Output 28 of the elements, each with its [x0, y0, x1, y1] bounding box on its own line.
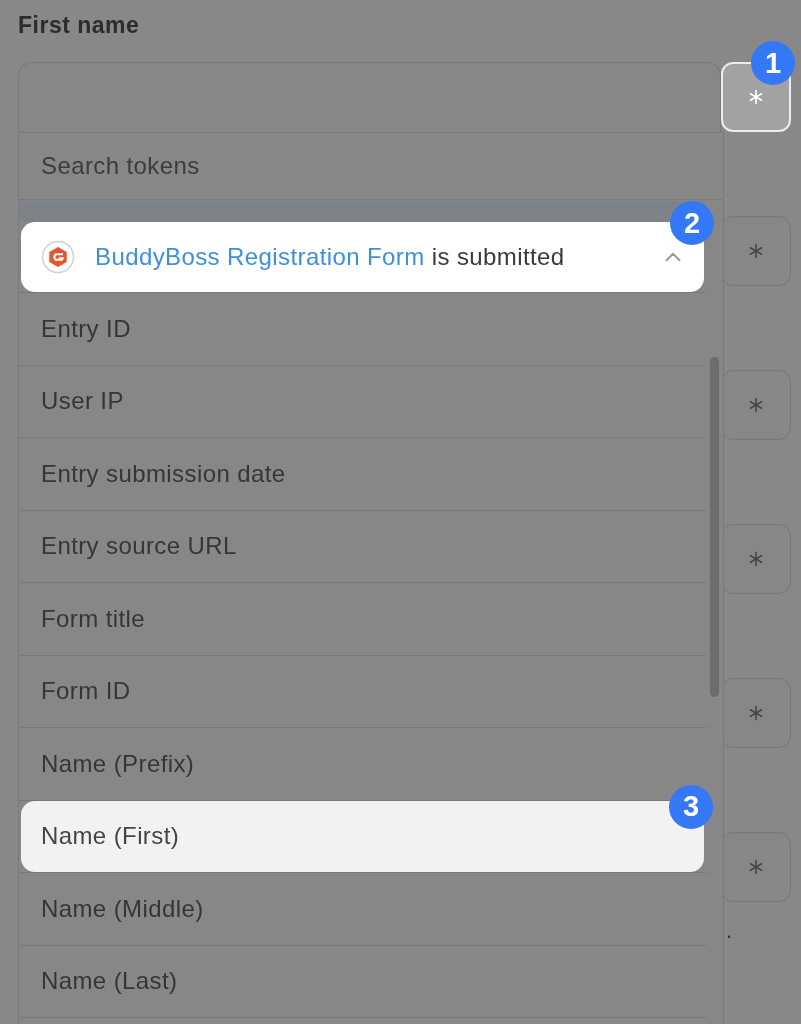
token-label: Entry ID: [41, 314, 131, 343]
logo-icon: [41, 240, 75, 274]
token-option[interactable]: Entry ID: [19, 293, 706, 364]
token-label: Entry source URL: [41, 532, 237, 560]
token-label: Name (Middle): [41, 894, 204, 923]
token-option[interactable]: Form title: [19, 583, 706, 654]
input-field[interactable]: [18, 62, 721, 132]
token-option[interactable]: Entry submission date: [19, 438, 706, 509]
token-option[interactable]: Name (Last): [19, 945, 706, 1017]
step-number-overlay: 1: [751, 41, 795, 85]
token-label: Name (Last): [41, 967, 178, 995]
token-option[interactable]: Entry source URL: [19, 510, 706, 582]
token-label: User IP: [41, 387, 124, 415]
token-label: Entry submission date: [41, 459, 286, 488]
token-option[interactable]: Form ID: [19, 655, 706, 727]
field-label: First name: [18, 12, 140, 38]
token-option[interactable]: Name (Middle): [19, 873, 706, 944]
text-fragment: .: [726, 920, 733, 942]
token-label: Form ID: [41, 677, 131, 705]
group-title: BuddyBoss Registration Form is submitted: [95, 243, 566, 271]
token-label: Name (First): [41, 822, 180, 850]
token-label: Form title: [41, 604, 145, 633]
search-field[interactable]: Search tokens: [19, 132, 723, 200]
step-number-overlay: 3: [669, 784, 713, 829]
scrollbar-thumb[interactable]: [710, 357, 719, 697]
form-name-link[interactable]: BuddyBoss Registration Form: [95, 243, 425, 270]
token-label: Name (Prefix): [41, 749, 195, 778]
token-option[interactable]: User IP: [19, 365, 706, 437]
